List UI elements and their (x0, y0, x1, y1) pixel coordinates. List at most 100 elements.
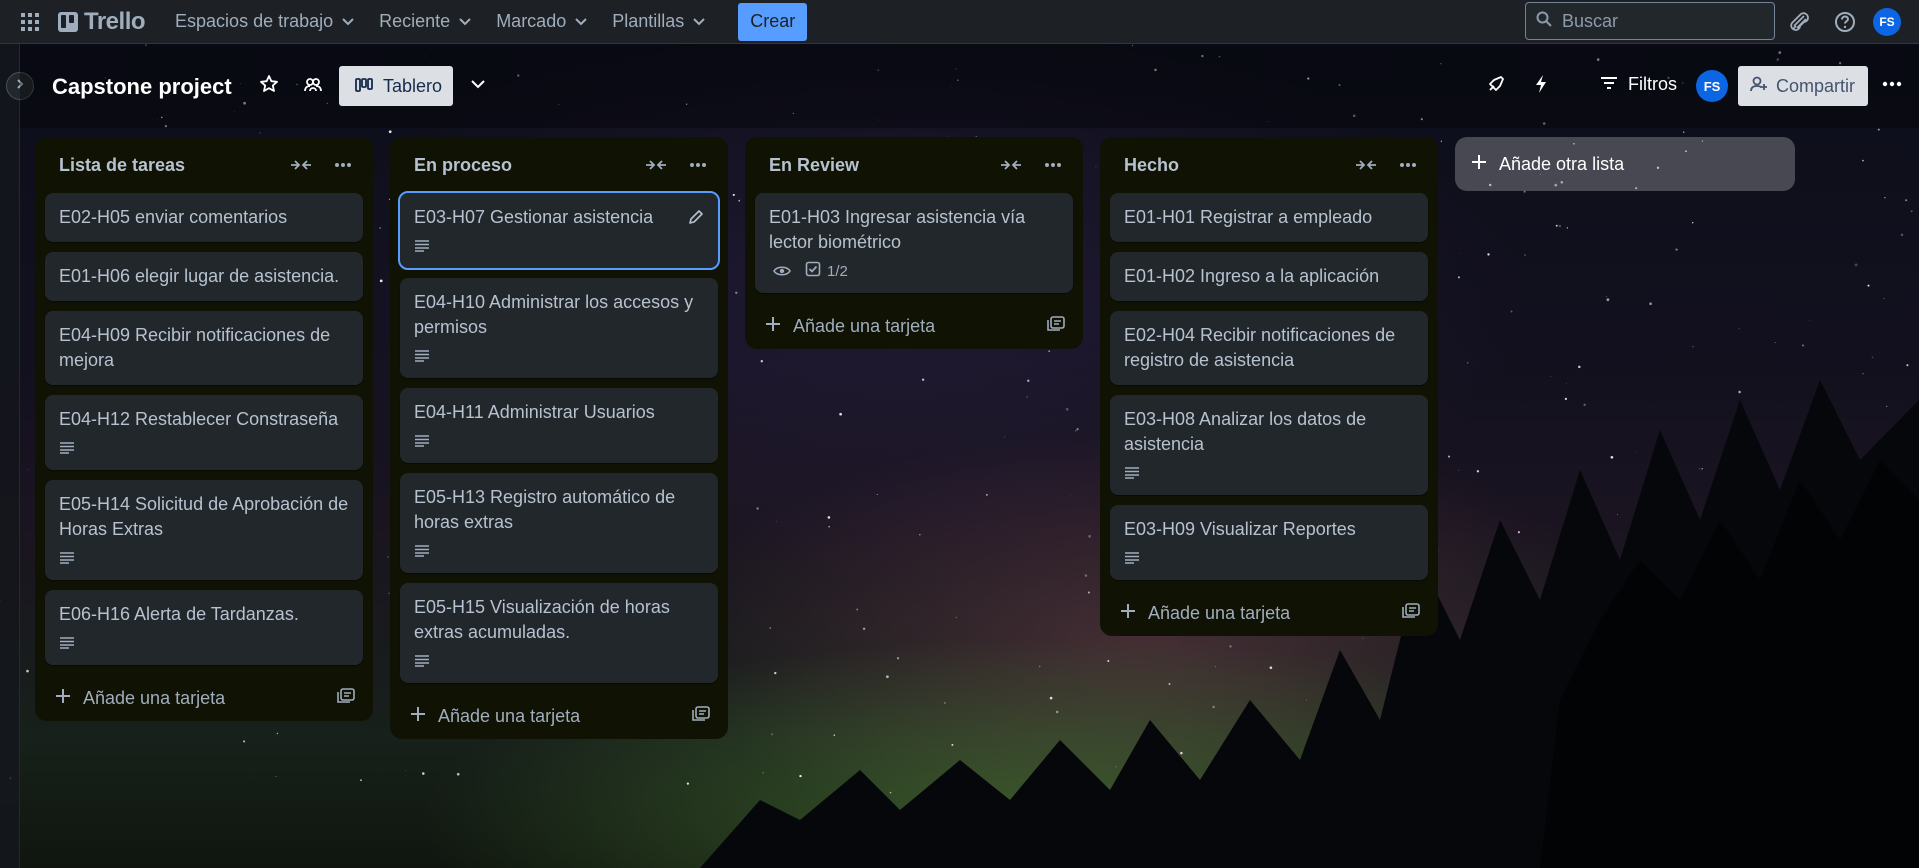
star (919, 534, 921, 536)
star (862, 627, 866, 630)
filter-button[interactable]: Filtros (1600, 68, 1677, 100)
watching-icon (773, 259, 791, 284)
create-button[interactable]: Crear (738, 2, 808, 41)
task-card[interactable]: E04-H12 Restablecer Constraseña (45, 395, 363, 470)
star (1524, 254, 1526, 256)
description-icon (59, 546, 75, 571)
menu-recent[interactable]: Reciente (367, 6, 484, 38)
list-title[interactable]: En Review (769, 155, 859, 176)
add-card-button[interactable]: Añade una tarjeta (765, 316, 935, 337)
collapse-list-icon[interactable] (1350, 149, 1382, 181)
star (1905, 199, 1908, 202)
add-list-button[interactable]: Añade otra lista (1455, 137, 1795, 191)
task-card[interactable]: E01-H03 Ingresar asistencia vía lector b… (755, 193, 1073, 293)
workspace-visibility-icon[interactable] (297, 68, 329, 100)
card-title: E05-H15 Visualización de horas extras ac… (414, 597, 670, 642)
edit-card-icon[interactable] (688, 207, 704, 232)
star (379, 227, 381, 229)
star (921, 378, 925, 381)
task-card[interactable]: E05-H15 Visualización de horas extras ac… (400, 583, 718, 683)
star (1801, 344, 1805, 347)
board-title[interactable]: Capstone project (52, 74, 232, 100)
star (1447, 455, 1451, 458)
description-icon (414, 539, 430, 564)
star (1095, 166, 1097, 168)
task-card[interactable]: E03-H09 Visualizar Reportes (1110, 505, 1428, 580)
card-badges (1124, 548, 1414, 568)
help-icon[interactable] (1829, 6, 1861, 38)
menu-templates[interactable]: Plantillas (600, 6, 718, 38)
collapse-list-icon[interactable] (995, 149, 1027, 181)
app-switcher-icon[interactable] (14, 6, 46, 38)
board-member-avatar[interactable]: FS (1696, 70, 1728, 102)
create-from-template-icon[interactable] (692, 705, 710, 727)
task-card[interactable]: E06-H16 Alerta de Tardanzas. (45, 590, 363, 665)
card-title: E03-H07 Gestionar asistencia (414, 207, 654, 227)
list-header: En proceso (400, 137, 718, 193)
automation-icon[interactable] (1525, 68, 1557, 100)
task-card[interactable]: E04-H11 Administrar Usuarios (400, 388, 718, 463)
list-menu-icon[interactable] (327, 149, 359, 181)
star-icon[interactable] (253, 68, 285, 100)
card-title: E02-H05 enviar comentarios (59, 207, 288, 227)
account-avatar[interactable]: FS (1871, 6, 1903, 38)
add-card-button[interactable]: Añade una tarjeta (410, 706, 580, 727)
search-input[interactable]: Buscar (1525, 2, 1775, 40)
star (1583, 403, 1586, 407)
list-title[interactable]: Hecho (1124, 155, 1179, 176)
create-from-template-icon[interactable] (337, 687, 355, 709)
list-title[interactable]: Lista de tareas (59, 155, 185, 176)
star (1738, 327, 1741, 330)
task-card[interactable]: E01-H02 Ingreso a la aplicación (1110, 252, 1428, 301)
card-badges (414, 346, 704, 366)
list-column: Lista de tareas E02-H05 enviar comentario… (35, 137, 373, 721)
task-card[interactable]: E01-H06 elegir lugar de asistencia. (45, 252, 363, 301)
task-card[interactable]: E03-H07 Gestionar asistencia (398, 191, 720, 270)
star (1566, 382, 1567, 384)
list-menu-icon[interactable] (1392, 149, 1424, 181)
task-card[interactable]: E02-H05 enviar comentarios (45, 193, 363, 242)
collapse-list-icon[interactable] (285, 149, 317, 181)
collapse-list-icon[interactable] (640, 149, 672, 181)
description-icon (414, 649, 430, 674)
add-card-label: Añade una tarjeta (793, 315, 936, 336)
star (774, 671, 777, 675)
task-card[interactable]: E01-H01 Registrar a empleado (1110, 193, 1428, 242)
power-ups-icon[interactable] (1480, 68, 1512, 100)
star (1305, 699, 1307, 701)
trello-logo[interactable]: Trello (58, 8, 146, 36)
card-badges (59, 633, 349, 653)
more-menu-icon[interactable] (1876, 68, 1908, 100)
share-button[interactable]: Compartir (1738, 66, 1868, 106)
add-card-button[interactable]: Añade una tarjeta (1120, 603, 1290, 624)
list-menu-icon[interactable] (1037, 149, 1069, 181)
card-title: E01-H02 Ingreso a la aplicación (1124, 266, 1380, 286)
star (951, 743, 954, 746)
board-header: Capstone project Tablero Filtros FS Comp… (20, 44, 1919, 128)
create-from-template-icon[interactable] (1047, 315, 1065, 337)
view-label: Tablero (383, 75, 443, 96)
star (756, 507, 759, 510)
task-card[interactable]: E05-H13 Registro automático de horas ext… (400, 473, 718, 573)
star (404, 770, 406, 772)
menu-workspaces[interactable]: Espacios de trabajo (163, 6, 367, 38)
task-card[interactable]: E04-H10 Administrar los accesos y permis… (400, 278, 718, 378)
add-card-button[interactable]: Añade una tarjeta (55, 688, 225, 709)
notifications-icon[interactable] (1784, 6, 1816, 38)
member-initials: FS (1696, 70, 1728, 102)
plus-icon (765, 316, 781, 337)
task-card[interactable]: E03-H08 Analizar los datos de asistencia (1110, 395, 1428, 495)
task-card[interactable]: E04-H09 Recibir notificaciones de mejora (45, 311, 363, 385)
list-title[interactable]: En proceso (414, 155, 512, 176)
views-chevron-down-icon[interactable] (462, 68, 494, 100)
menu-starred[interactable]: Marcado (484, 6, 600, 38)
list-menu-icon[interactable] (682, 149, 714, 181)
task-card[interactable]: E02-H04 Recibir notificaciones de regist… (1110, 311, 1428, 385)
avatar-initials: FS (1873, 8, 1901, 36)
board-view-button[interactable]: Tablero (339, 66, 453, 106)
filter-label: Filtros (1628, 73, 1677, 94)
card-badges (59, 548, 349, 568)
card-badges (1124, 463, 1414, 483)
task-card[interactable]: E05-H14 Solicitud de Aprobación de Horas… (45, 480, 363, 580)
create-from-template-icon[interactable] (1402, 602, 1420, 624)
